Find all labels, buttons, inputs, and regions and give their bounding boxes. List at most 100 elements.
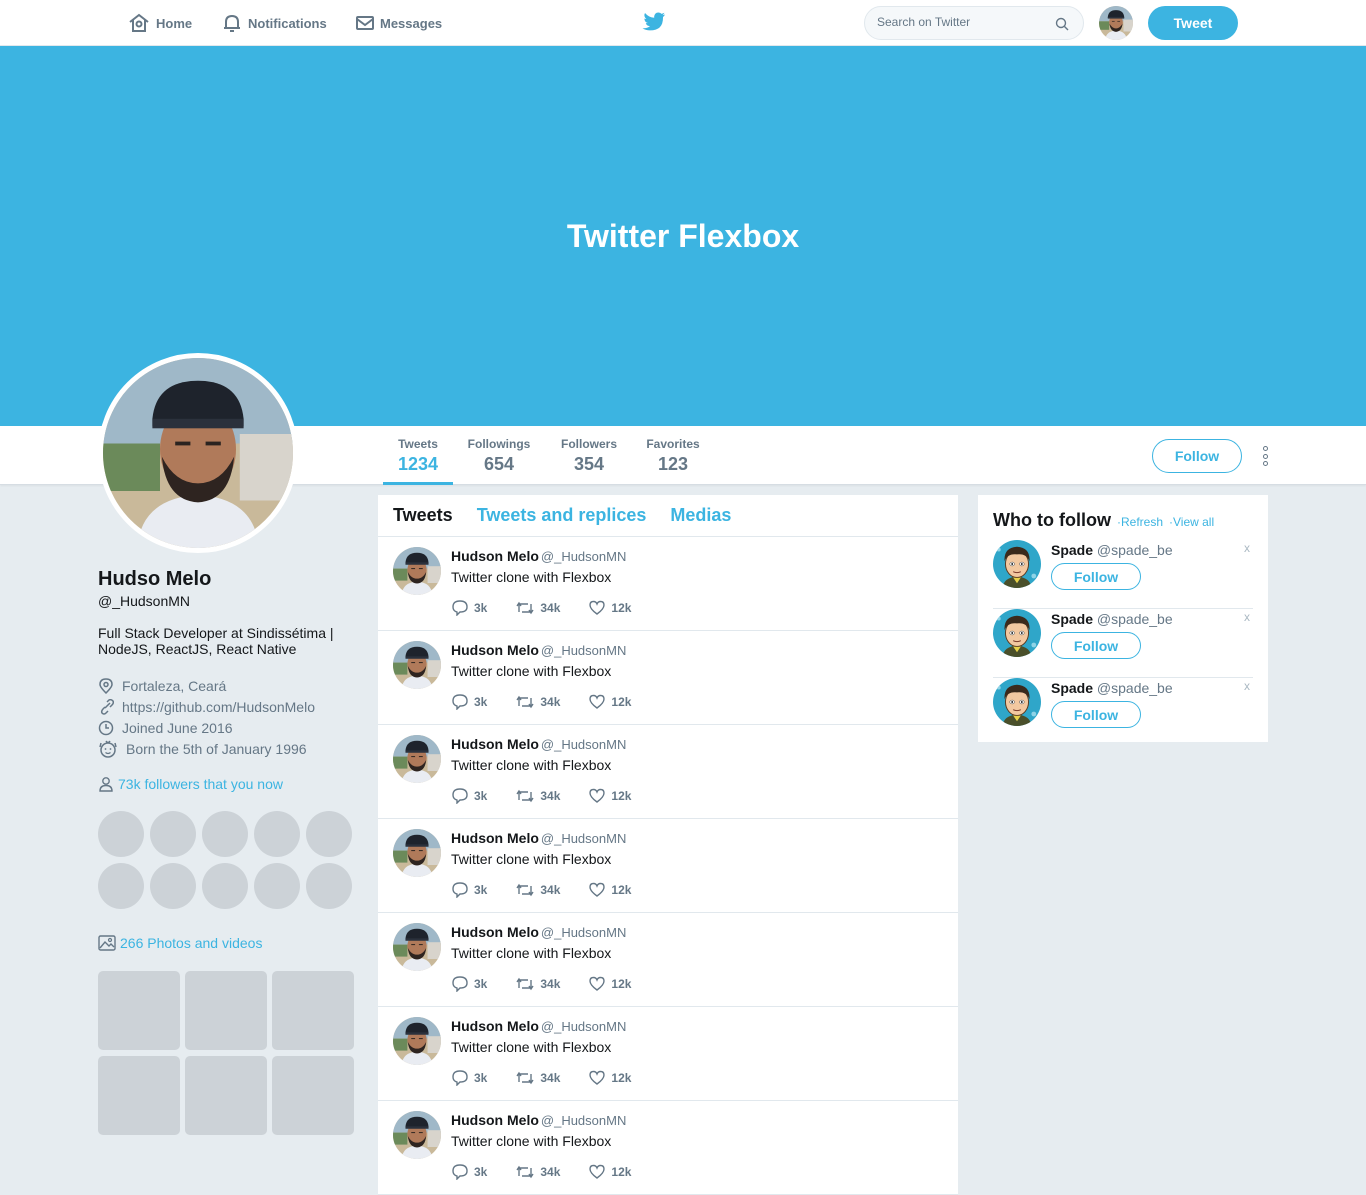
tweet-author-name[interactable]: Hudson Melo [451,736,539,752]
tab-medias[interactable]: Medias [670,505,731,526]
follower-avatar[interactable] [98,863,144,909]
tweet-avatar[interactable] [393,829,441,877]
suggestion-identity[interactable]: Spade @spade_be [1051,611,1173,627]
view-all-link[interactable]: ·View all [1169,515,1214,529]
tweet-author-handle[interactable]: @_HudsonMN [541,1019,626,1034]
tweet-author-handle[interactable]: @_HudsonMN [541,549,626,564]
tweet-author-handle[interactable]: @_HudsonMN [541,643,626,658]
like-action[interactable]: 12k [588,600,631,616]
tab-tweets[interactable]: Tweets [393,505,453,526]
twitter-bird-icon[interactable] [642,12,666,37]
tweet-avatar[interactable] [393,735,441,783]
dismiss-suggestion-icon[interactable]: x [1244,541,1250,555]
photo-thumbnail[interactable] [185,1056,267,1135]
user-avatar[interactable] [1099,6,1133,40]
tweet-item[interactable]: Hudson Melo @_HudsonMN Twitter clone with… [378,819,958,913]
like-action[interactable]: 12k [588,882,631,898]
suggestion-identity[interactable]: Spade @spade_be [1051,542,1173,558]
tweet-avatar[interactable] [393,641,441,689]
tweet-author-handle[interactable]: @_HudsonMN [541,925,626,940]
stat-followers[interactable]: Followers 354 [554,426,624,485]
like-action[interactable]: 12k [588,1070,631,1086]
photos-videos-link[interactable]: 266 Photos and videos [98,935,356,951]
followers-you-know-text[interactable]: 73k followers that you now [118,776,283,792]
tweet-author-name[interactable]: Hudson Melo [451,642,539,658]
tweet-item[interactable]: Hudson Melo @_HudsonMN Twitter clone with… [378,913,958,1007]
suggestion-follow-button[interactable]: Follow [1051,563,1141,590]
photo-thumbnail[interactable] [98,1056,180,1135]
followers-you-know-link[interactable]: 73k followers that you now [98,776,356,792]
retweet-action[interactable]: 34k [515,694,560,710]
retweet-action[interactable]: 34k [515,1070,560,1086]
reply-action[interactable]: 3k [451,600,487,616]
refresh-link[interactable]: ·Refresh [1117,515,1163,529]
tweet-author-name[interactable]: Hudson Melo [451,830,539,846]
reply-action[interactable]: 3k [451,882,487,898]
website-text[interactable]: https://github.com/HudsonMelo [122,699,315,715]
retweet-action[interactable]: 34k [515,882,560,898]
suggestion-follow-button[interactable]: Follow [1051,701,1141,728]
retweet-action[interactable]: 34k [515,600,560,616]
follower-avatar[interactable] [306,863,352,909]
follower-avatar[interactable] [254,863,300,909]
retweet-action[interactable]: 34k [515,788,560,804]
reply-action[interactable]: 3k [451,694,487,710]
nav-messages[interactable]: Messages [356,12,442,34]
tweet-author-name[interactable]: Hudson Melo [451,1018,539,1034]
suggestion-avatar[interactable] [993,540,1041,588]
tweet-avatar[interactable] [393,1111,441,1159]
follower-avatar[interactable] [202,811,248,857]
dismiss-suggestion-icon[interactable]: x [1244,679,1250,693]
like-action[interactable]: 12k [588,788,631,804]
tweet-item[interactable]: Hudson Melo @_HudsonMN Twitter clone with… [378,1101,958,1195]
tweet-item[interactable]: Hudson Melo @_HudsonMN Twitter clone with… [378,1007,958,1101]
photo-thumbnail[interactable] [272,971,354,1050]
tweet-author-name[interactable]: Hudson Melo [451,924,539,940]
photo-thumbnail[interactable] [98,971,180,1050]
like-action[interactable]: 12k [588,1164,631,1180]
suggestion-name[interactable]: Spade [1051,542,1093,558]
suggestion-handle[interactable]: @spade_be [1097,611,1173,627]
suggestion-follow-button[interactable]: Follow [1051,632,1141,659]
tweet-author-handle[interactable]: @_HudsonMN [541,1113,626,1128]
suggestion-name[interactable]: Spade [1051,611,1093,627]
tweet-avatar[interactable] [393,547,441,595]
follower-avatar[interactable] [306,811,352,857]
suggestion-name[interactable]: Spade [1051,680,1093,696]
suggestion-identity[interactable]: Spade @spade_be [1051,680,1173,696]
tweet-avatar[interactable] [393,1017,441,1065]
search-box[interactable] [864,6,1084,40]
follower-avatar[interactable] [98,811,144,857]
like-action[interactable]: 12k [588,694,631,710]
tweet-author-name[interactable]: Hudson Melo [451,548,539,564]
tab-tweets-and-replies[interactable]: Tweets and replices [477,505,647,526]
profile-avatar[interactable] [98,353,298,553]
tweet-item[interactable]: Hudson Melo @_HudsonMN Twitter clone with… [378,631,958,725]
follower-avatar[interactable] [202,863,248,909]
photo-thumbnail[interactable] [185,971,267,1050]
nav-notifications[interactable]: Notifications [222,12,327,34]
reply-action[interactable]: 3k [451,788,487,804]
search-input[interactable] [877,15,1047,29]
tweet-button[interactable]: Tweet [1148,6,1238,40]
follow-button[interactable]: Follow [1152,439,1242,473]
follower-avatar[interactable] [150,863,196,909]
stat-followings[interactable]: Followings 654 [464,426,534,485]
tweet-avatar[interactable] [393,923,441,971]
follower-avatar[interactable] [150,811,196,857]
tweet-author-handle[interactable]: @_HudsonMN [541,831,626,846]
retweet-action[interactable]: 34k [515,1164,560,1180]
profile-website[interactable]: https://github.com/HudsonMelo [98,696,356,717]
stat-favorites[interactable]: Favorites 123 [638,426,708,485]
more-options-icon[interactable] [1260,446,1270,466]
tweet-item[interactable]: Hudson Melo @_HudsonMN Twitter clone with… [378,537,958,631]
dismiss-suggestion-icon[interactable]: x [1244,610,1250,624]
retweet-action[interactable]: 34k [515,976,560,992]
suggestion-avatar[interactable] [993,609,1041,657]
reply-action[interactable]: 3k [451,1164,487,1180]
reply-action[interactable]: 3k [451,1070,487,1086]
nav-home[interactable]: Home [128,12,192,34]
like-action[interactable]: 12k [588,976,631,992]
photo-thumbnail[interactable] [272,1056,354,1135]
follower-avatar[interactable] [254,811,300,857]
